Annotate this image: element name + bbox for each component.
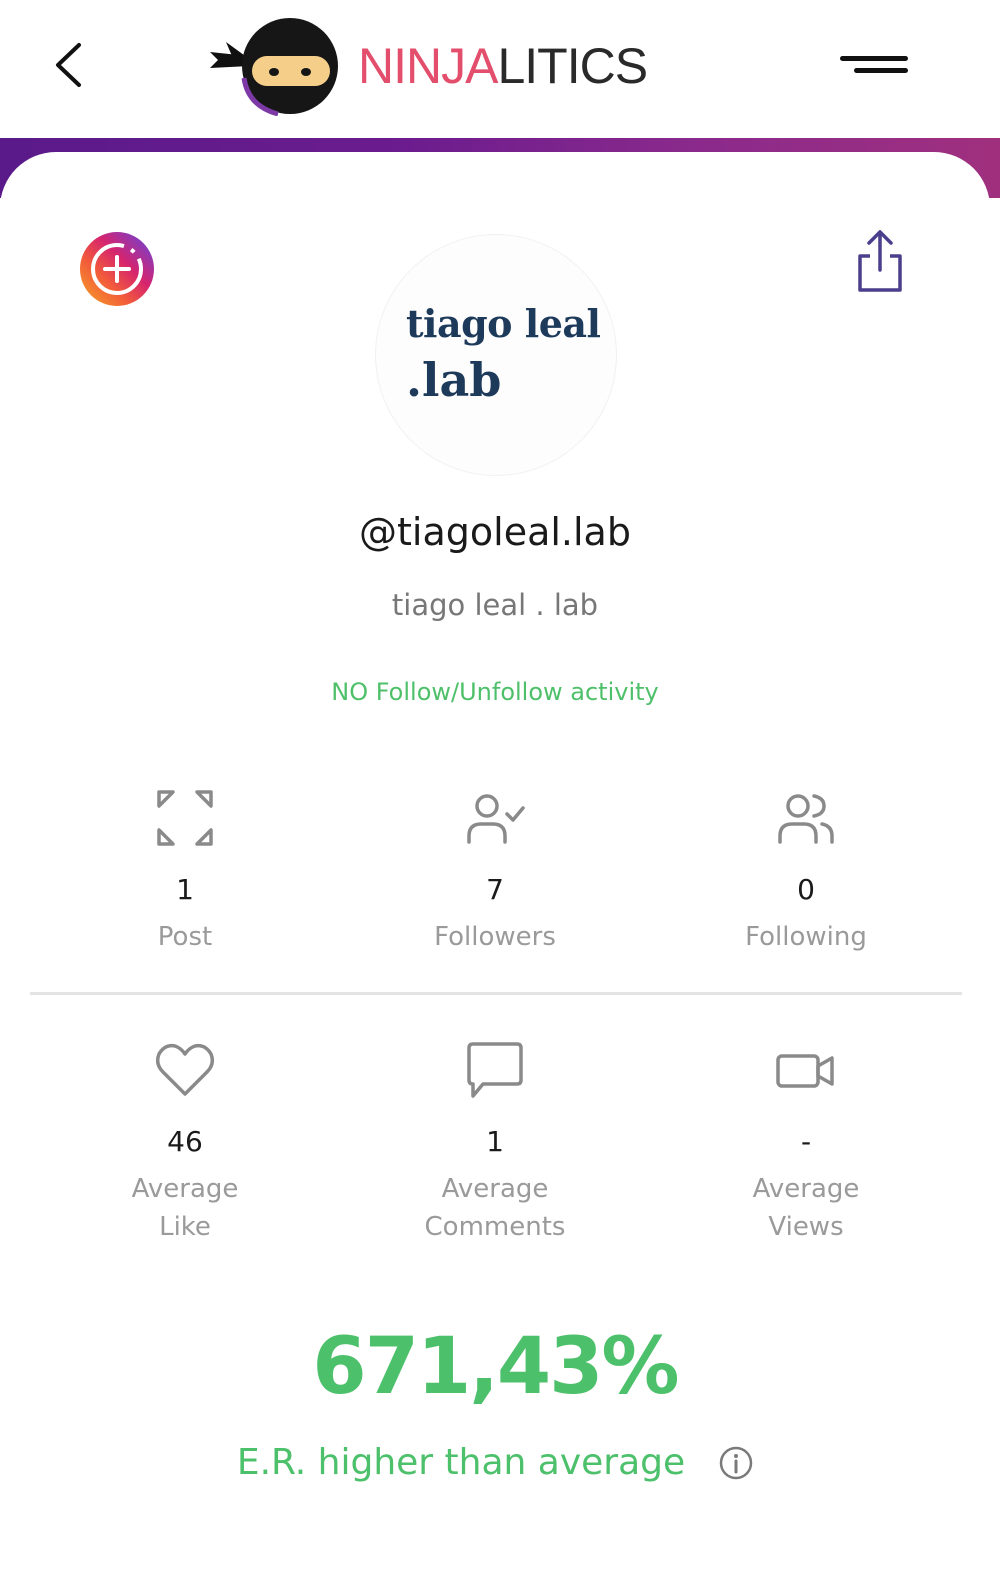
stat-average-views: - Average Views: [681, 1038, 931, 1246]
logo-wordmark: NINJALITICS: [358, 38, 648, 94]
plus-circle-icon: [91, 243, 143, 295]
stat-following-value: 0: [797, 873, 815, 906]
comment-icon: [467, 1042, 523, 1098]
share-button[interactable]: [852, 228, 908, 294]
users-icon: [778, 794, 834, 844]
avatar-text-suffix: .lab: [406, 353, 502, 407]
engagement-rate-value: 671,43%: [312, 1322, 679, 1412]
engagement-rate-label: E.R. higher than average: [236, 1442, 686, 1483]
top-bar: NINJALITICS: [0, 0, 1000, 138]
stat-followers-value: 7: [486, 873, 504, 906]
stats-divider: [30, 992, 962, 995]
stat-average-comments-label-line1: Average: [441, 1174, 549, 1204]
activity-status: NO Follow/Unfollow activity: [331, 678, 659, 706]
ninja-mascot-icon: [210, 18, 338, 116]
menu-button[interactable]: [832, 46, 922, 86]
stat-posts-label: Post: [157, 922, 213, 952]
stat-average-comments-value: 1: [486, 1125, 504, 1158]
avatar-text-name: tiago leal: [406, 301, 601, 346]
back-button[interactable]: [38, 30, 98, 100]
stat-posts: 1 Post: [60, 786, 310, 956]
stat-average-comments-label: Average Comments: [370, 1170, 620, 1246]
profile-full-name: tiago leal . lab: [391, 588, 599, 622]
stat-average-like-label: Average Like: [60, 1170, 310, 1246]
heart-icon: [155, 1043, 215, 1096]
logo-ninja-text: NINJA: [358, 38, 498, 94]
stat-average-like-label-line2: Like: [159, 1212, 211, 1242]
stat-average-like-value: 46: [167, 1125, 203, 1158]
stat-following-label: Following: [745, 922, 867, 952]
stat-average-like: 46 Average Like: [60, 1038, 310, 1246]
user-check-icon: [467, 794, 525, 844]
engagement-rate-row: E.R. higher than average: [0, 1442, 990, 1483]
stat-average-comments: 1 Average Comments: [370, 1038, 620, 1246]
stat-average-views-label-line1: Average: [752, 1174, 860, 1204]
share-icon: [858, 230, 902, 292]
stat-following: 0 Following: [681, 786, 931, 956]
profile-avatar: tiago leal .lab: [376, 235, 616, 475]
logo-litics-text: LITICS: [497, 38, 648, 94]
stat-followers-label: Followers: [434, 922, 556, 952]
video-icon: [776, 1054, 834, 1088]
stat-average-comments-label-line2: Comments: [424, 1212, 566, 1242]
app-screen: NINJALITICS tiago leal .lab @tiagoleal.l…: [0, 0, 1000, 1584]
stat-followers: 7 Followers: [370, 786, 620, 956]
profile-username: @tiagoleal.lab: [359, 510, 631, 554]
stat-average-like-label-line1: Average: [131, 1174, 239, 1204]
app-logo: NINJALITICS: [208, 16, 648, 116]
stat-average-views-label-line2: Views: [768, 1212, 844, 1242]
expand-icon: [157, 790, 213, 846]
stat-posts-value: 1: [176, 873, 194, 906]
instagram-add-button[interactable]: [80, 232, 154, 306]
chevron-left-icon: [56, 43, 81, 87]
stat-average-views-label: Average Views: [681, 1170, 931, 1246]
stat-average-views-value: -: [800, 1125, 812, 1158]
info-icon[interactable]: [719, 1446, 753, 1480]
